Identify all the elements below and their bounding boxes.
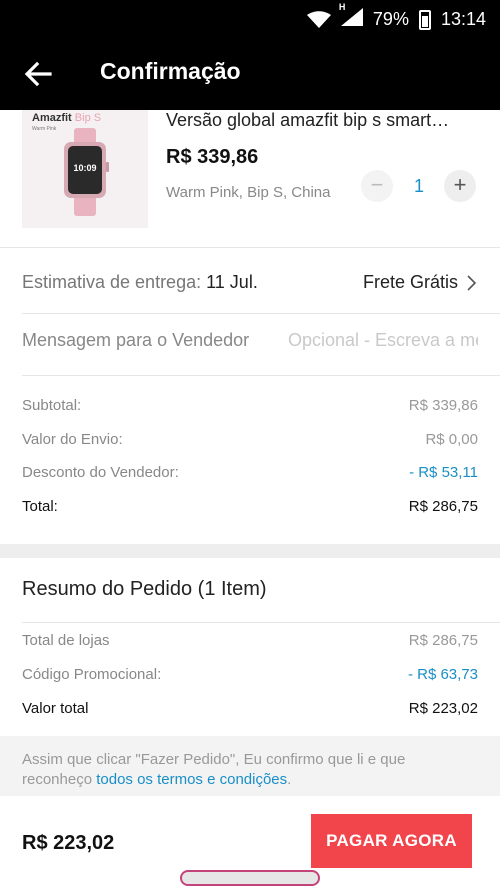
shipping-cost-row: Valor do Envio: R$ 0,00 <box>22 431 478 448</box>
product-name[interactable]: Versão global amazfit bip s smart… <box>166 110 476 131</box>
delivery-row: Estimativa de entrega: 11 Jul. Frete Grá… <box>22 272 478 300</box>
order-total-label: Total: <box>22 498 58 515</box>
subtotal-label: Subtotal: <box>22 397 82 414</box>
divider <box>22 622 500 623</box>
delivery-label: Estimativa de entrega: <box>22 272 202 292</box>
quantity-decrease-button[interactable]: − <box>361 170 393 202</box>
battery-percent: 79% <box>372 9 409 29</box>
checkout-total: R$ 223,02 <box>22 832 115 854</box>
seller-discount-row: Desconto do Vendedor: - R$ 53,11 <box>22 464 478 481</box>
order-total-row: Total: R$ 286,75 <box>22 498 478 515</box>
product-variant: Warm Pink, Bip S, China <box>166 184 331 201</box>
app-bar: Confirmação <box>0 36 500 110</box>
status-bar: H 79% 13:14 <box>0 0 500 36</box>
home-indicator[interactable] <box>180 870 320 886</box>
section-divider <box>0 544 500 558</box>
network-type-label: H <box>338 2 346 12</box>
terms-link[interactable]: todos os termos e condições <box>96 771 287 788</box>
subtotal-row: Subtotal: R$ 339,86 <box>22 397 478 414</box>
watch-face-time: 10:09 <box>73 163 96 173</box>
promo-code-value: - R$ 63,73 <box>407 666 478 683</box>
seller-message-input[interactable] <box>288 330 478 351</box>
battery-icon <box>418 9 431 30</box>
stores-total-row: Total de lojas R$ 286,75 <box>22 632 478 649</box>
delivery-date: 11 Jul. <box>206 272 258 292</box>
wifi-icon <box>306 10 331 28</box>
promo-code-label: Código Promocional: <box>22 666 162 683</box>
stores-total-label: Total de lojas <box>22 632 110 649</box>
grand-total-label: Valor total <box>22 700 89 717</box>
product-image[interactable]: Amazfit Bip S Warm Pink 10:09 <box>22 110 148 228</box>
shipping-cost-value: R$ 0,00 <box>425 431 478 448</box>
divider <box>0 247 500 248</box>
shipping-option[interactable]: Frete Grátis <box>363 272 478 293</box>
quantity-value: 1 <box>413 176 424 196</box>
quantity-increase-button[interactable]: + <box>444 170 476 202</box>
page-title: Confirmação <box>100 58 241 84</box>
checkout-bar: R$ 223,02 PAGAR AGORA <box>0 796 500 889</box>
divider <box>22 313 500 314</box>
pay-now-button[interactable]: PAGAR AGORA <box>311 814 472 868</box>
chevron-right-icon <box>467 274 477 291</box>
back-arrow-icon[interactable] <box>22 58 54 90</box>
smartwatch-image: 10:09 <box>64 128 109 216</box>
seller-discount-label: Desconto do Vendedor: <box>22 464 179 481</box>
order-total-value: R$ 286,75 <box>408 498 478 515</box>
divider <box>22 375 500 376</box>
seller-message-row: Mensagem para o Vendedor <box>22 330 478 358</box>
grand-total-value: R$ 223,02 <box>408 700 478 717</box>
stores-total-value: R$ 286,75 <box>408 632 478 649</box>
status-icons: H 79% 13:14 <box>306 2 486 31</box>
terms-end: . <box>287 771 292 788</box>
subtotal-value: R$ 339,86 <box>408 397 478 414</box>
seller-message-label: Mensagem para o Vendedor <box>22 330 250 350</box>
terms-notice: Assim que clicar "Fazer Pedido", Eu conf… <box>0 736 500 796</box>
grand-total-row: Valor total R$ 223,02 <box>22 700 478 717</box>
product-card: Amazfit Bip S Warm Pink 10:09 Versão glo… <box>0 110 500 245</box>
clock: 13:14 <box>440 9 486 29</box>
shipping-option-label: Frete Grátis <box>362 272 458 292</box>
seller-discount-value: - R$ 53,11 <box>409 464 478 481</box>
shipping-cost-label: Valor do Envio: <box>22 431 123 448</box>
product-price: R$ 339,86 <box>166 146 259 168</box>
signal-indicator: H <box>339 2 363 31</box>
promo-code-row[interactable]: Código Promocional: - R$ 63,73 <box>22 666 478 683</box>
order-summary-title: Resumo do Pedido (1 Item) <box>22 578 267 600</box>
